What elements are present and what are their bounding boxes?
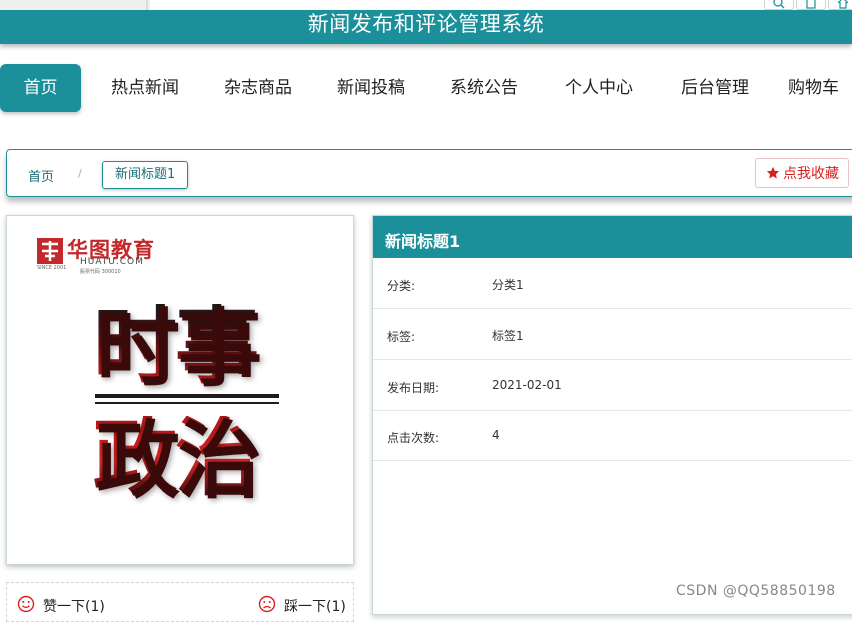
nav-item-notice[interactable]: 系统公告	[439, 64, 529, 112]
breadcrumb-home[interactable]: 首页	[28, 166, 54, 185]
breadcrumb: 首页 / 新闻标题1 点我收藏	[6, 149, 852, 197]
image-headline-bottom: 政治	[93, 409, 259, 507]
breadcrumb-current: 新闻标题1	[102, 161, 189, 189]
image-headline-top: 时事	[93, 297, 259, 395]
nav-item-magazine[interactable]: 杂志商品	[213, 64, 303, 112]
detail-title: 新闻标题1	[385, 232, 461, 251]
logo-since: SINCE 2001	[37, 265, 67, 271]
image-rule-thin	[95, 402, 279, 404]
nav-item-submit[interactable]: 新闻投稿	[326, 64, 416, 112]
nav-item-profile[interactable]: 个人中心	[554, 64, 644, 112]
smile-icon	[17, 595, 35, 613]
news-detail: 新闻标题1 分类: 分类1 标签: 标签1 发布日期: 2021-02-01 点…	[372, 215, 852, 615]
detail-key: 标签:	[387, 330, 416, 344]
image-rule	[95, 394, 279, 398]
logo-subtext: HUATU.COM	[80, 257, 144, 267]
like-label: 赞一下(1)	[43, 599, 105, 615]
nav-item-home[interactable]: 首页	[0, 64, 81, 112]
site-header: 新闻发布和评论管理系统	[0, 10, 852, 44]
detail-key: 发布日期:	[387, 381, 440, 395]
site-title: 新闻发布和评论管理系统	[307, 12, 545, 36]
detail-row-category: 分类: 分类1	[373, 258, 852, 309]
frown-icon	[258, 595, 276, 613]
news-image: 华图教育 HUATU.COM SINCE 2001 股票代码 300010 时事…	[6, 215, 354, 565]
detail-value: 2021-02-01	[492, 378, 562, 392]
logo-stock: 股票代码 300010	[80, 269, 121, 275]
detail-value: 4	[492, 428, 500, 442]
nav-item-admin[interactable]: 后台管理	[670, 64, 760, 112]
watermark: CSDN @QQ58850198	[676, 583, 836, 599]
nav-item-cart[interactable]: 购物车	[788, 64, 852, 112]
huatu-logo-icon	[37, 238, 63, 264]
detail-row-tag: 标签: 标签1	[373, 309, 852, 360]
nav-item-hot-news[interactable]: 热点新闻	[100, 64, 190, 112]
favorite-button[interactable]: 点我收藏	[755, 158, 849, 188]
star-icon	[766, 166, 780, 179]
detail-key: 分类:	[387, 279, 416, 293]
detail-value: 标签1	[492, 329, 524, 343]
breadcrumb-separator: /	[78, 167, 82, 180]
dislike-label: 踩一下(1)	[284, 599, 346, 615]
detail-row-clicks: 点击次数: 4	[373, 410, 852, 461]
detail-header: 新闻标题1	[373, 216, 852, 258]
detail-value: 分类1	[492, 278, 524, 292]
main-nav: 首页 热点新闻 杂志商品 新闻投稿 系统公告 个人中心 后台管理 购物车	[0, 64, 852, 112]
detail-key: 点击次数:	[387, 431, 440, 445]
detail-row-date: 发布日期: 2021-02-01	[373, 360, 852, 411]
favorite-label: 点我收藏	[783, 166, 839, 182]
vote-bar: 赞一下(1) 踩一下(1)	[6, 582, 354, 622]
